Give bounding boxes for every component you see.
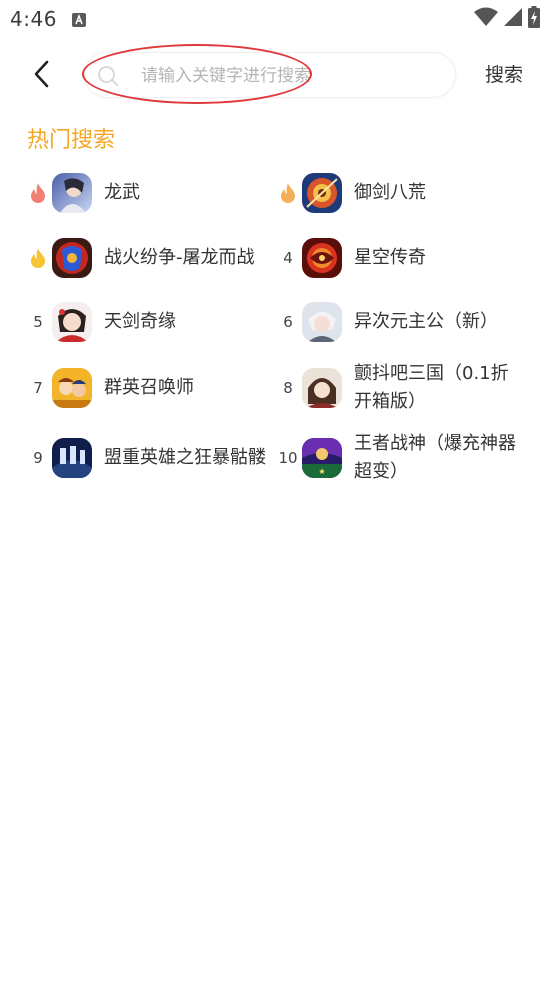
search-button[interactable]: 搜索 [485, 60, 523, 87]
rank-badge: 6 [283, 313, 293, 331]
rank-badge [274, 178, 302, 208]
game-icon-tianjian [52, 302, 92, 342]
game-name: 御剑八荒 [354, 182, 426, 203]
game-name: 星空传奇 [354, 247, 426, 268]
rank-badge: 4 [283, 249, 293, 267]
hot-search-item[interactable]: 5 天剑奇缘 [24, 292, 274, 352]
game-icon-mengzhong [52, 438, 92, 478]
fire-icon [281, 183, 295, 203]
game-name: 龙武 [104, 182, 140, 203]
rank-badge: 7 [33, 379, 43, 397]
fire-icon [31, 183, 45, 203]
game-name: 天剑奇缘 [104, 311, 176, 332]
hot-search-item[interactable]: 9 盟重英雄之狂暴骷髅 [24, 428, 274, 488]
battery-charging-icon [528, 6, 540, 32]
rank-badge: 8 [283, 379, 293, 397]
rank-badge [24, 178, 52, 208]
game-icon-xingkong [302, 238, 342, 278]
status-bar: 4:46 [0, 0, 554, 38]
status-indicators [474, 6, 540, 32]
hot-search-item[interactable]: 8 颤抖吧三国（0.1折开箱版） [274, 358, 524, 418]
hot-search-title: 热门搜索 [27, 128, 116, 153]
game-name: 盟重英雄之狂暴骷髅 [104, 447, 266, 468]
game-icon-wangzhe: ★ [302, 438, 342, 478]
hot-search-item[interactable]: 御剑八荒 [274, 163, 524, 223]
rank-badge: 10 [278, 449, 298, 467]
search-input[interactable] [141, 63, 441, 89]
wifi-icon [474, 7, 498, 31]
game-name: 战火纷争-屠龙而战 [104, 247, 255, 268]
hot-search-item[interactable]: 7 群英召唤师 [24, 358, 274, 418]
search-box[interactable] [84, 52, 456, 98]
svg-text:★: ★ [318, 467, 325, 476]
search-header: 搜索 [0, 48, 554, 100]
game-icon-longwu [52, 173, 92, 213]
game-icon-chandou [302, 368, 342, 408]
game-icon-yiciyuan [302, 302, 342, 342]
hot-search-item[interactable]: 10 ★ 王者战神（爆充神器超变） [274, 428, 524, 488]
rank-badge [24, 243, 52, 273]
game-name: 王者战神（爆充神器超变） [354, 433, 516, 482]
hot-search-item[interactable]: 4 星空传奇 [274, 228, 524, 288]
rank-badge: 5 [33, 313, 43, 331]
chevron-left-icon [34, 60, 49, 88]
game-name: 群英召唤师 [104, 377, 194, 398]
search-icon [97, 65, 119, 87]
status-time: 4:46 [10, 7, 57, 31]
hot-search-item[interactable]: 6 异次元主公（新） [274, 292, 524, 352]
game-icon-qunying [52, 368, 92, 408]
game-icon-zhanhuo [52, 238, 92, 278]
rank-badge: 9 [33, 449, 43, 467]
signal-icon [504, 8, 522, 30]
notification-app-icon [72, 12, 86, 27]
back-button[interactable] [24, 56, 58, 92]
game-name: 异次元主公（新） [354, 311, 498, 332]
game-name: 颤抖吧三国（0.1折开箱版） [354, 363, 509, 412]
game-icon-yujian [302, 173, 342, 213]
hot-search-item[interactable]: 龙武 [24, 163, 274, 223]
fire-icon [31, 248, 45, 268]
hot-search-item[interactable]: 战火纷争-屠龙而战 [24, 228, 274, 288]
